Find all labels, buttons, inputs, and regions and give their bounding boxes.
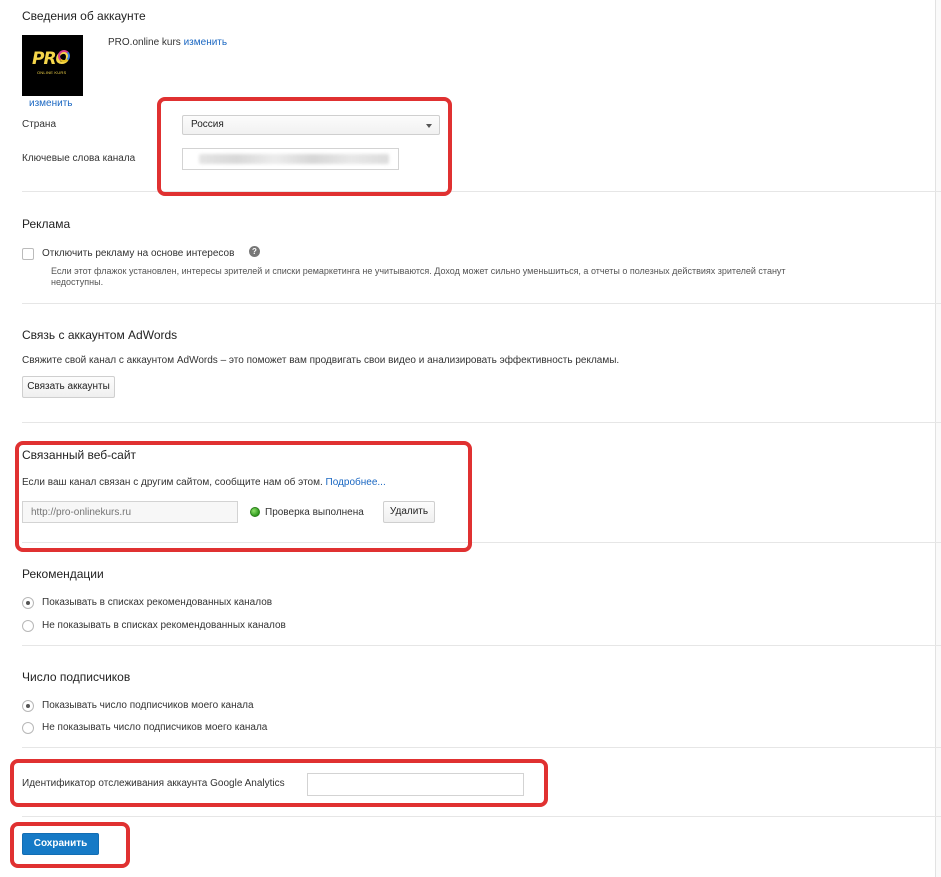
scrollbar-track[interactable] bbox=[935, 0, 941, 877]
subscribers-hide-label: Не показывать число подписчиков моего ка… bbox=[42, 722, 268, 733]
divider bbox=[22, 303, 941, 304]
keywords-label: Ключевые слова канала bbox=[22, 153, 136, 164]
divider bbox=[22, 747, 941, 748]
disable-interest-ads-checkbox[interactable] bbox=[22, 248, 34, 260]
channel-settings-page: Сведения об аккаунте PRO ONLINE KURS изм… bbox=[0, 0, 941, 877]
channel-name-row: PRO.online kurs изменить bbox=[108, 37, 227, 48]
change-avatar-link[interactable]: изменить bbox=[29, 98, 73, 109]
website-url-input[interactable] bbox=[22, 501, 238, 523]
website-description: Если ваш канал связан с другим сайтом, с… bbox=[22, 477, 323, 488]
analytics-label: Идентификатор отслеживания аккаунта Goog… bbox=[22, 778, 285, 789]
help-icon[interactable]: ? bbox=[249, 246, 260, 257]
ads-description: Если этот флажок установлен, интересы зр… bbox=[51, 266, 786, 287]
delete-website-button[interactable]: Удалить bbox=[383, 501, 435, 523]
divider bbox=[22, 816, 941, 817]
website-description-row: Если ваш канал связан с другим сайтом, с… bbox=[22, 477, 386, 488]
keywords-input[interactable] bbox=[182, 148, 399, 170]
disable-interest-ads-label: Отключить рекламу на основе интересов bbox=[42, 248, 235, 259]
change-name-link[interactable]: изменить bbox=[184, 37, 228, 48]
avatar-sub-text: ONLINE KURS bbox=[37, 70, 67, 75]
avatar[interactable]: PRO ONLINE KURS bbox=[22, 35, 83, 96]
recommendations-show-radio[interactable] bbox=[22, 597, 34, 609]
country-select[interactable]: Россия bbox=[182, 115, 440, 135]
recommendations-hide-label: Не показывать в списках рекомендованных … bbox=[42, 620, 286, 631]
adwords-section-title: Связь с аккаунтом AdWords bbox=[22, 328, 178, 342]
verification-status: Проверка выполнена bbox=[265, 507, 364, 518]
subscribers-show-radio[interactable] bbox=[22, 700, 34, 712]
link-accounts-button[interactable]: Связать аккаунты bbox=[22, 376, 115, 398]
country-value: Россия bbox=[191, 119, 224, 130]
chevron-down-icon bbox=[426, 124, 432, 128]
subscribers-section-title: Число подписчиков bbox=[22, 670, 131, 684]
save-button[interactable]: Сохранить bbox=[22, 833, 99, 855]
blurred-keywords bbox=[199, 154, 389, 164]
channel-name: PRO.online kurs bbox=[108, 37, 181, 48]
subscribers-hide-radio[interactable] bbox=[22, 722, 34, 734]
account-section-title: Сведения об аккаунте bbox=[22, 9, 146, 23]
divider bbox=[22, 191, 941, 192]
learn-more-link[interactable]: Подробнее... bbox=[326, 477, 386, 488]
verified-status-icon bbox=[250, 507, 260, 517]
divider bbox=[22, 645, 941, 646]
country-label: Страна bbox=[22, 119, 57, 130]
recommendations-section-title: Рекомендации bbox=[22, 567, 104, 581]
avatar-ring-icon bbox=[58, 50, 70, 62]
recommendations-show-label: Показывать в списках рекомендованных кан… bbox=[42, 597, 273, 608]
divider bbox=[22, 422, 941, 423]
website-section-title: Связанный веб-сайт bbox=[22, 448, 137, 462]
ads-section-title: Реклама bbox=[22, 217, 71, 231]
adwords-description: Свяжите свой канал с аккаунтом AdWords –… bbox=[22, 355, 620, 366]
highlight-frame bbox=[157, 97, 452, 196]
recommendations-hide-radio[interactable] bbox=[22, 620, 34, 632]
subscribers-show-label: Показывать число подписчиков моего канал… bbox=[42, 700, 254, 711]
divider bbox=[22, 542, 941, 543]
analytics-id-input[interactable] bbox=[307, 773, 524, 796]
